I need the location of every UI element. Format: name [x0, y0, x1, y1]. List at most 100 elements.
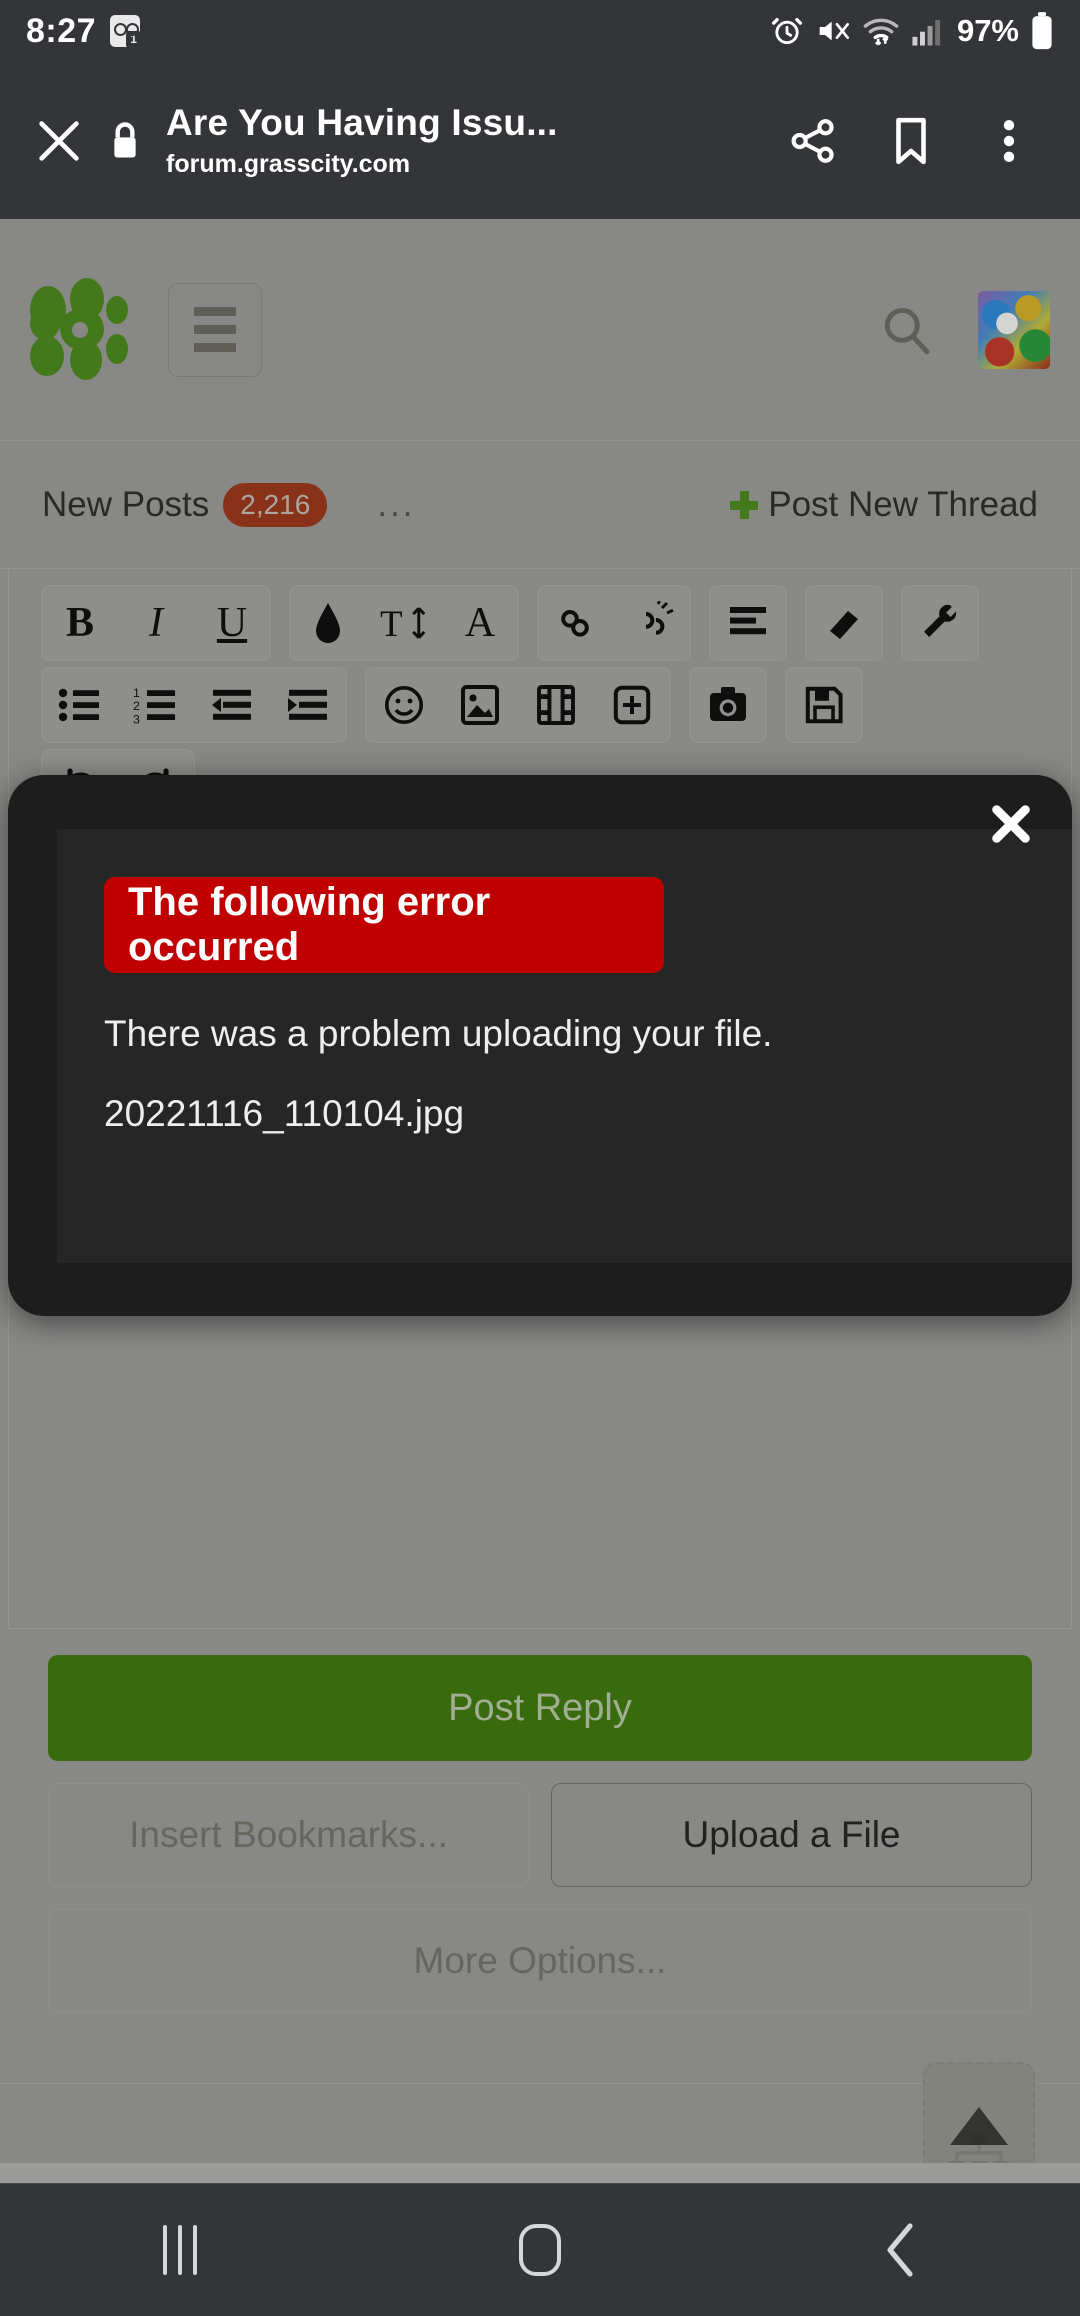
error-modal-body: The following error occurred There was a…: [57, 829, 1072, 1263]
sitemap-icon: [949, 2133, 1009, 2163]
svg-text:3: 3: [133, 712, 140, 725]
close-icon: [39, 120, 79, 161]
align-icon[interactable]: [710, 586, 786, 660]
insert-image-icon[interactable]: [442, 668, 518, 742]
overflow-menu-icon: [1003, 119, 1015, 162]
new-posts-count-badge: 2,216: [223, 482, 328, 527]
smiley-icon[interactable]: [366, 668, 442, 742]
post-new-thread-button[interactable]: Post New Thread: [730, 485, 1038, 525]
close-icon: [992, 805, 1030, 843]
status-bar: 8:27 1 97%: [0, 0, 1080, 62]
recents-button[interactable]: [80, 2184, 280, 2316]
hamburger-bar: [194, 325, 236, 334]
page-host: forum.grasscity.com: [166, 150, 411, 178]
text-color-icon[interactable]: [290, 586, 366, 660]
indent-icon[interactable]: [270, 668, 346, 742]
italic-icon[interactable]: I: [118, 586, 194, 660]
voicemail-icon: 1: [110, 15, 142, 48]
save-draft-icon[interactable]: [786, 668, 862, 742]
breadcrumb-bar: Forums ❯ Chill Out Zone ❯ General: [0, 2062, 1080, 2163]
lock-icon: [114, 121, 136, 157]
status-bar-clock: 8:27: [26, 11, 97, 50]
search-icon: [884, 307, 930, 354]
bookmark-icon: [896, 117, 926, 164]
wifi-icon: [863, 18, 899, 46]
editor-secondary-actions: Insert Bookmarks... Upload a File: [48, 1783, 1032, 1887]
site-header: [0, 219, 1080, 441]
editor-toolbar-group-lists: 1 2 3: [41, 667, 347, 743]
scroll-nav-widget: [923, 2062, 1035, 2163]
close-modal-button[interactable]: [974, 787, 1048, 861]
battery-percent-label: 97%: [956, 13, 1019, 48]
editor-toolbar-row-1: B I U T A: [9, 579, 1071, 661]
connection-security-button[interactable]: [96, 119, 154, 163]
bookmark-button[interactable]: [862, 116, 960, 166]
cellular-signal-icon: [912, 20, 941, 46]
forum-nav-row: New Posts 2,216 ... Post New Thread: [0, 441, 1080, 569]
numbered-list-icon[interactable]: 1 2 3: [118, 668, 194, 742]
status-bar-left: 8:27 1: [26, 11, 142, 51]
nav-overflow-button[interactable]: ...: [377, 485, 415, 525]
overflow-menu-button[interactable]: [960, 116, 1058, 166]
svg-text:2: 2: [133, 699, 140, 713]
camera-icon[interactable]: [690, 668, 766, 742]
insert-video-icon[interactable]: [518, 668, 594, 742]
mute-vibrate-icon: [819, 21, 849, 41]
error-heading-banner: The following error occurred: [104, 877, 664, 973]
share-button[interactable]: [764, 116, 862, 166]
error-modal: The following error occurred There was a…: [8, 775, 1072, 1316]
editor-toolbar-group-camera: [689, 667, 767, 743]
wrench-icon[interactable]: [902, 586, 978, 660]
hamburger-bar: [194, 343, 236, 352]
recents-icon: [163, 2225, 197, 2275]
svg-text:1: 1: [133, 686, 140, 700]
hamburger-bar: [194, 307, 236, 316]
back-icon: [887, 2223, 913, 2277]
bullet-list-icon[interactable]: [42, 668, 118, 742]
editor-actions: Post Reply Insert Bookmarks... Upload a …: [8, 1629, 1072, 2013]
editor-toolbar-group-save: [785, 667, 863, 743]
unlink-icon[interactable]: [614, 586, 690, 660]
post-new-thread-label: Post New Thread: [768, 484, 1038, 524]
editor-toolbar-row-2: 1 2 3: [9, 661, 1071, 743]
user-avatar[interactable]: [978, 290, 1050, 369]
home-icon: [519, 2224, 561, 2276]
editor-toolbar-group-media: [365, 667, 671, 743]
close-tab-button[interactable]: [22, 115, 96, 167]
toolbar-titles[interactable]: Are You Having Issu... forum.grasscity.c…: [154, 102, 764, 179]
editor-toolbar-group-align: [709, 585, 787, 661]
insert-bookmarks-button[interactable]: Insert Bookmarks...: [48, 1783, 529, 1887]
link-icon[interactable]: [538, 586, 614, 660]
bold-icon[interactable]: B: [42, 586, 118, 660]
browser-toolbar: Are You Having Issu... forum.grasscity.c…: [0, 62, 1080, 219]
error-message: There was a problem uploading your file.: [104, 1013, 773, 1054]
more-options-button[interactable]: More Options...: [48, 1909, 1032, 2013]
scroll-to-top-button[interactable]: [925, 2064, 1033, 2163]
editor-toolbar-group-link: [537, 585, 691, 661]
upload-a-file-button[interactable]: Upload a File: [551, 1783, 1032, 1887]
underline-icon[interactable]: U: [194, 586, 270, 660]
editor-toolbar-group-format: B I U: [41, 585, 271, 661]
phone-screen: 8:27 1 97% Are You Having Issu... forum.…: [0, 0, 1080, 2316]
editor-toolbar-group-text: T A: [289, 585, 519, 661]
page-title: Are You Having Issu...: [166, 102, 558, 143]
home-button[interactable]: [440, 2184, 640, 2316]
new-posts-link[interactable]: New Posts: [42, 485, 209, 525]
alarm-icon: [771, 17, 802, 45]
back-button[interactable]: [800, 2184, 1000, 2316]
font-size-icon[interactable]: T: [366, 586, 442, 660]
site-menu-button[interactable]: [168, 282, 262, 377]
insert-more-icon[interactable]: [594, 668, 670, 742]
android-navigation-bar: [0, 2183, 1080, 2316]
share-icon: [791, 118, 834, 163]
post-reply-button[interactable]: Post Reply: [48, 1655, 1032, 1761]
site-search-button[interactable]: [860, 302, 952, 358]
grasscity-logo-icon[interactable]: [30, 277, 134, 382]
battery-icon: [1032, 12, 1052, 50]
outdent-icon[interactable]: [194, 668, 270, 742]
font-family-icon[interactable]: A: [442, 586, 518, 660]
eraser-icon[interactable]: [806, 586, 882, 660]
voicemail-badge: 1: [126, 31, 142, 48]
svg-text:T: T: [380, 603, 403, 644]
